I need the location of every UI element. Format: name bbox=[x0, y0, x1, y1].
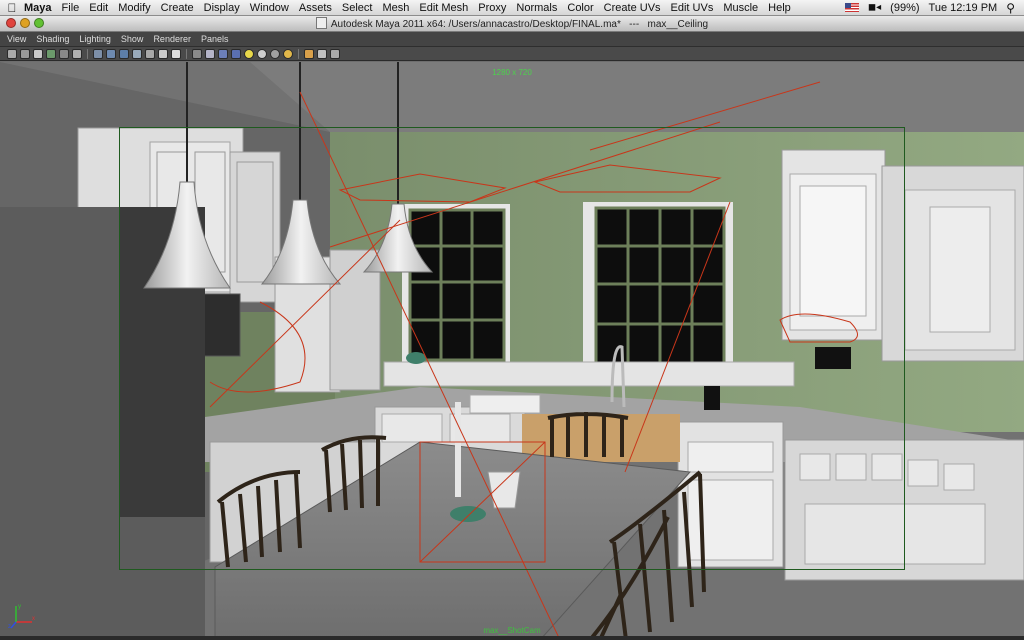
menu-help[interactable]: Help bbox=[768, 2, 791, 14]
textured-icon[interactable] bbox=[231, 48, 241, 59]
panel-menu-bar: View Shading Lighting Show Renderer Pane… bbox=[0, 32, 1024, 47]
toolbar-separator bbox=[186, 48, 187, 59]
menu-file[interactable]: File bbox=[62, 2, 80, 14]
spotlight-search-icon[interactable]: ⚲ bbox=[1006, 1, 1015, 15]
image-plane-icon[interactable] bbox=[59, 48, 69, 59]
battery-status[interactable]: (99%) bbox=[890, 2, 919, 14]
candle bbox=[455, 402, 461, 497]
menu-create-uvs[interactable]: Create UVs bbox=[604, 2, 661, 14]
volume-icon[interactable]: ◼◂ bbox=[868, 2, 881, 13]
xray-icon[interactable] bbox=[317, 48, 327, 59]
panel-menu-show[interactable]: Show bbox=[121, 34, 144, 44]
film-gate-icon[interactable] bbox=[106, 48, 116, 59]
menu-select[interactable]: Select bbox=[342, 2, 373, 14]
menu-edit-mesh[interactable]: Edit Mesh bbox=[419, 2, 468, 14]
panel-menu-renderer[interactable]: Renderer bbox=[153, 34, 191, 44]
two-d-pan-icon[interactable] bbox=[72, 48, 82, 59]
menu-muscle[interactable]: Muscle bbox=[723, 2, 758, 14]
use-default-lighting-icon[interactable] bbox=[244, 48, 254, 59]
sill-plant bbox=[406, 352, 426, 364]
kitchen-scene bbox=[0, 62, 1024, 640]
document-icon bbox=[315, 17, 327, 29]
bookmarks-icon[interactable] bbox=[46, 48, 56, 59]
menu-edit-uvs[interactable]: Edit UVs bbox=[671, 2, 714, 14]
camera-name-label: max__ShotCam bbox=[483, 626, 541, 635]
safe-action-icon[interactable] bbox=[158, 48, 168, 59]
xray-joints-icon[interactable] bbox=[330, 48, 340, 59]
select-camera-icon[interactable] bbox=[7, 48, 17, 59]
app-menu-maya[interactable]: Maya bbox=[24, 2, 52, 14]
upper-cabinets-right bbox=[781, 149, 1024, 362]
menubar-status-area: ◼◂ (99%) Tue 12:19 PM ⚲ bbox=[844, 0, 1024, 15]
svg-text:x: x bbox=[32, 616, 35, 622]
wireframe-on-shaded-icon[interactable] bbox=[218, 48, 228, 59]
candle-holder bbox=[450, 506, 486, 522]
menu-proxy[interactable]: Proxy bbox=[478, 2, 506, 14]
resolution-gate-label: 1280 x 720 bbox=[492, 68, 532, 77]
grid-icon[interactable] bbox=[93, 48, 103, 59]
menu-assets[interactable]: Assets bbox=[299, 2, 332, 14]
svg-text:y: y bbox=[18, 604, 21, 610]
wall-outlet bbox=[815, 347, 851, 369]
use-all-lights-icon[interactable] bbox=[257, 48, 267, 59]
resolution-gate-icon[interactable] bbox=[119, 48, 129, 59]
cutting-board bbox=[469, 394, 541, 414]
bottom-strip bbox=[0, 636, 1024, 640]
safe-title-icon[interactable] bbox=[171, 48, 181, 59]
camera-attributes-icon[interactable] bbox=[33, 48, 43, 59]
window-title: Autodesk Maya 2011 x64: /Users/annacastr… bbox=[330, 19, 709, 30]
sink bbox=[522, 414, 680, 462]
panel-menu-lighting[interactable]: Lighting bbox=[79, 34, 111, 44]
menu-window[interactable]: Window bbox=[250, 2, 289, 14]
isolate-select-icon[interactable] bbox=[304, 48, 314, 59]
menubar-clock[interactable]: Tue 12:19 PM bbox=[929, 2, 998, 14]
wireframe-icon[interactable] bbox=[192, 48, 202, 59]
panel-toolbar bbox=[0, 47, 1024, 61]
lock-camera-icon[interactable] bbox=[20, 48, 30, 59]
panel-menu-shading[interactable]: Shading bbox=[36, 34, 69, 44]
menu-normals[interactable]: Normals bbox=[516, 2, 557, 14]
us-flag-icon[interactable] bbox=[844, 3, 859, 12]
window-titlebar: Autodesk Maya 2011 x64: /Users/annacastr… bbox=[0, 16, 1024, 32]
toolbar-separator bbox=[298, 48, 299, 59]
toolbar-separator bbox=[87, 48, 88, 59]
bottle bbox=[704, 386, 720, 410]
smooth-shade-icon[interactable] bbox=[205, 48, 215, 59]
view-axis-icon: x y z bbox=[8, 604, 35, 630]
shadows-icon[interactable] bbox=[270, 48, 280, 59]
svg-text:z: z bbox=[8, 624, 11, 630]
panel-menu-view[interactable]: View bbox=[7, 34, 26, 44]
microwave bbox=[199, 293, 241, 357]
field-chart-icon[interactable] bbox=[145, 48, 155, 59]
window-sill bbox=[383, 361, 795, 387]
menu-mesh[interactable]: Mesh bbox=[382, 2, 409, 14]
watering-can bbox=[487, 471, 521, 509]
panel-menu-panels[interactable]: Panels bbox=[201, 34, 229, 44]
high-quality-icon[interactable] bbox=[283, 48, 293, 59]
apple-menu-icon[interactable]:  bbox=[0, 1, 24, 15]
menu-modify[interactable]: Modify bbox=[118, 2, 150, 14]
menu-create[interactable]: Create bbox=[161, 2, 194, 14]
mac-menubar:  Maya File Edit Modify Create Display W… bbox=[0, 0, 1024, 16]
menu-edit[interactable]: Edit bbox=[89, 2, 108, 14]
window-right bbox=[583, 202, 733, 367]
menu-color[interactable]: Color bbox=[567, 2, 593, 14]
viewport-panel[interactable]: 1280 x 720 max__ShotCam x y z bbox=[0, 62, 1024, 640]
window-title-wrap: Autodesk Maya 2011 x64: /Users/annacastr… bbox=[0, 17, 1024, 30]
menu-display[interactable]: Display bbox=[204, 2, 240, 14]
gate-mask-icon[interactable] bbox=[132, 48, 142, 59]
